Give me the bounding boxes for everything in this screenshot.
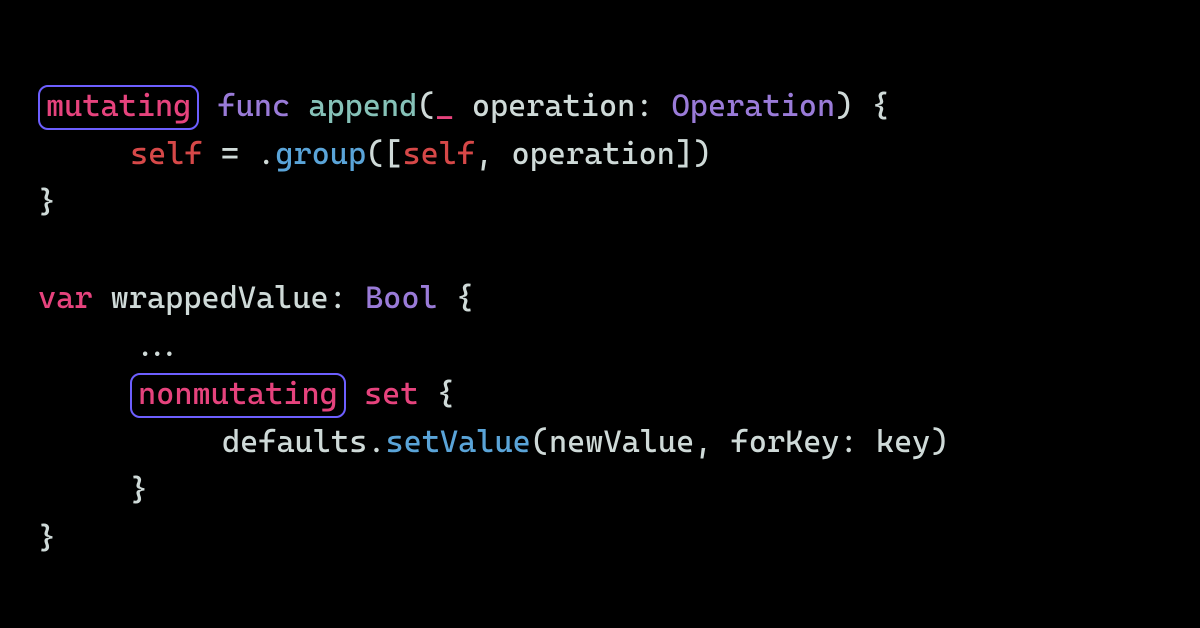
space [199,88,217,124]
identifier-key: key [876,424,931,460]
code-line: mutating func append(_ operation: Operat… [38,82,1162,130]
keyword-set: set [364,376,419,412]
equals-dot: = . [203,136,276,172]
keyword-self: self [130,136,203,172]
identifier-wrappedvalue: wrappedValue [111,280,329,316]
colon: : [329,280,347,316]
keyword-var: var [38,280,93,316]
space [347,280,365,316]
space [653,88,671,124]
paren-close: ) [930,424,948,460]
brace-open: { [438,280,474,316]
identifier-defaults: defaults [222,424,367,460]
label-forkey: forKey [731,424,840,460]
paren-open: ( [417,88,435,124]
code-line: } [38,178,1162,226]
code-block-wrapped-value: var wrappedValue: Bool { ... nonmutating… [38,274,1162,562]
underscore: _ [435,88,453,124]
code-block-mutating-func: mutating func append(_ operation: Operat… [38,82,1162,226]
bracket-close: ]) [675,136,711,172]
colon: : [840,424,858,460]
space [454,88,472,124]
method-group: group [275,136,366,172]
paren-open: ( [531,424,549,460]
code-line: nonmutating set { [38,370,1162,418]
brace-close: } [130,472,148,508]
keyword-mutating-highlight: mutating [38,85,199,130]
space [290,88,308,124]
dot: . [367,424,385,460]
space [858,424,876,460]
identifier-newvalue: newValue [549,424,694,460]
space [346,376,364,412]
paren-close-brace: ) { [835,88,890,124]
brace-close: } [38,184,56,220]
brace-close: } [38,520,56,556]
space [93,280,111,316]
code-line: } [38,466,1162,514]
keyword-func: func [217,88,290,124]
identifier-append: append [308,88,417,124]
code-line: ... [38,322,1162,370]
colon: : [635,88,653,124]
code-line: var wrappedValue: Bool { [38,274,1162,322]
code-line: defaults.setValue(newValue, forKey: key) [38,418,1162,466]
param-name: operation [472,88,635,124]
keyword-self: self [402,136,475,172]
code-line: } [38,514,1162,562]
keyword-nonmutating-highlight: nonmutating [130,373,346,418]
comma: , [694,424,730,460]
type-operation: Operation [672,88,835,124]
ellipsis: ... [130,328,185,364]
method-setvalue: setValue [385,424,530,460]
comma: , [475,136,511,172]
identifier-operation: operation [511,136,674,172]
brace-open: { [418,376,454,412]
code-line: self = .group([self, operation]) [38,130,1162,178]
type-bool: Bool [365,280,438,316]
bracket-open: ([ [366,136,402,172]
